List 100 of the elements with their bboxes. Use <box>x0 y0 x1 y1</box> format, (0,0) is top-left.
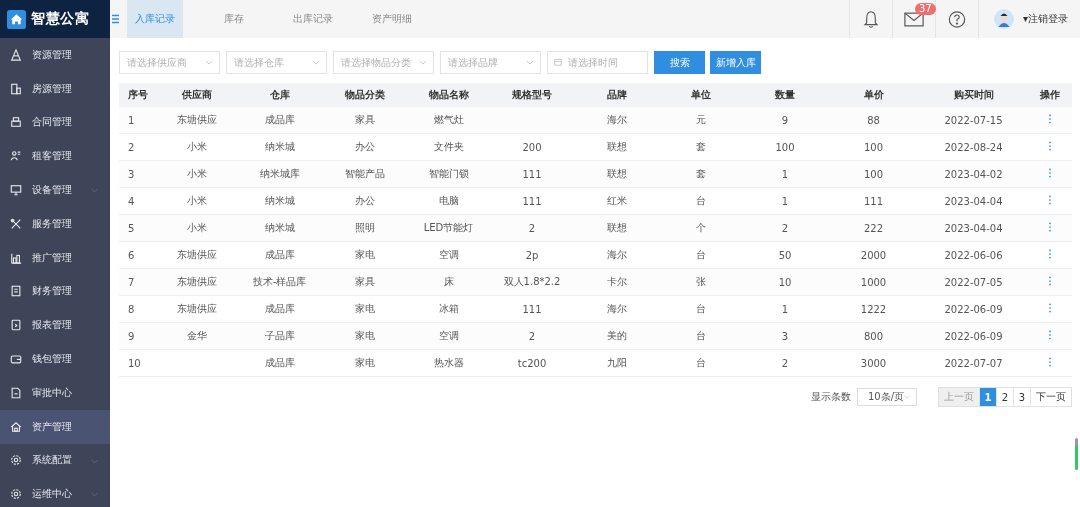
table-cell: 2022-06-06 <box>944 249 1003 261</box>
table-cell: 家电 <box>354 330 375 341</box>
table-cell: 套 <box>696 141 706 152</box>
chevron-icon <box>91 188 98 194</box>
bell-icon[interactable] <box>861 9 880 29</box>
people-icon <box>10 150 22 163</box>
table-cell: 电脑 <box>438 195 459 206</box>
table-cell: 九阳 <box>606 357 627 368</box>
table-cell: 10 <box>128 357 141 369</box>
table-cell: 1 <box>781 168 789 180</box>
avatar[interactable] <box>993 9 1014 29</box>
table-cell: 纳米城库 <box>259 168 300 179</box>
more-icon[interactable] <box>1047 330 1052 340</box>
more-icon[interactable] <box>1047 276 1052 286</box>
column-header: 单位 <box>659 83 743 107</box>
table-cell: 海尔 <box>606 249 627 260</box>
more-icon[interactable] <box>1047 222 1052 232</box>
scroll-indicator <box>1075 438 1078 470</box>
table-cell: 热水器 <box>433 357 464 368</box>
building-icon <box>10 82 22 95</box>
table-cell: 2023-04-02 <box>944 168 1003 180</box>
more-icon[interactable] <box>1047 114 1052 124</box>
file-icon <box>10 386 22 399</box>
house-logo-icon <box>7 9 26 29</box>
table-cell: 9 <box>781 114 789 126</box>
gear-icon <box>10 488 22 501</box>
page-size-select[interactable]: 10条/页 <box>857 388 917 406</box>
table-cell: 1 <box>781 303 789 315</box>
sidebar-item[interactable]: 资源管理 <box>0 38 110 72</box>
more-icon[interactable] <box>1047 249 1052 259</box>
table-cell: 文件夹 <box>433 141 464 152</box>
table-cell: 床 <box>443 276 454 287</box>
table-cell: 2 <box>128 141 135 153</box>
sidebar-item[interactable]: 报表管理 <box>0 308 110 343</box>
sidebar-item[interactable]: 房源管理 <box>0 71 110 106</box>
filter-field[interactable]: 请选择供应商 <box>119 51 220 74</box>
table-cell: 小米 <box>187 168 207 179</box>
table-cell: 冰箱 <box>438 303 459 314</box>
sidebar-item[interactable]: 财务管理 <box>0 274 110 309</box>
more-icon[interactable] <box>1047 141 1052 151</box>
chart-icon <box>10 251 22 264</box>
filter-field[interactable]: 请选择仓库 <box>226 51 327 74</box>
menu-icon[interactable] <box>112 13 119 25</box>
table-cell: 办公 <box>354 141 375 152</box>
sidebar-item[interactable]: 系统配置 <box>0 443 110 478</box>
sidebar-item[interactable]: 服务管理 <box>0 207 110 241</box>
sidebar-item[interactable]: 合同管理 <box>0 105 110 140</box>
table-cell: 3 <box>128 168 135 180</box>
table-cell: 智能门锁 <box>428 168 469 179</box>
table-cell: 美的 <box>606 330 627 341</box>
table-cell: 照明 <box>354 222 375 233</box>
tab[interactable]: 库存 <box>206 0 262 38</box>
table-cell: 东塘供应 <box>177 114 217 125</box>
column-header: 序号 <box>119 83 157 107</box>
table-cell: 2000 <box>860 249 887 261</box>
table-cell: 小米 <box>187 222 207 233</box>
sidebar-item[interactable]: 推广管理 <box>0 240 110 275</box>
table-cell: 1 <box>128 114 135 126</box>
sidebar-item[interactable]: 运维中心 <box>0 477 110 507</box>
table-cell: 88 <box>867 114 880 126</box>
wallet-icon <box>10 353 22 366</box>
table-cell: 111 <box>522 168 542 180</box>
tab[interactable]: 资产明细 <box>364 0 420 38</box>
help-icon[interactable] <box>947 9 966 29</box>
table-cell: tc200 <box>517 357 547 369</box>
filter-field[interactable]: 请选择时间 <box>547 51 648 74</box>
logout-link[interactable]: ▾注销登录 <box>1022 12 1068 26</box>
more-icon[interactable] <box>1047 303 1052 313</box>
sidebar-item[interactable]: 钱包管理 <box>0 342 110 376</box>
table-cell: 6 <box>128 249 135 261</box>
table-cell: 台 <box>696 303 706 314</box>
table-cell: 联想 <box>606 222 627 233</box>
table-cell: 燃气灶 <box>433 114 464 125</box>
table-cell: 东塘供应 <box>177 276 217 287</box>
filter-field[interactable]: 请选择品牌 <box>440 51 541 74</box>
table-cell: 海尔 <box>606 303 627 314</box>
table-cell: 空调 <box>438 330 459 341</box>
table-cell: 红米 <box>606 195 627 206</box>
table-cell: 东塘供应 <box>177 303 217 314</box>
more-icon[interactable] <box>1047 168 1052 178</box>
chevron-icon <box>419 60 427 65</box>
table-cell: 1222 <box>860 303 887 315</box>
table-cell: 台 <box>696 195 706 206</box>
table-cell: 联想 <box>606 168 627 179</box>
tab[interactable]: 出库记录 <box>285 0 341 38</box>
mail-icon[interactable] <box>903 11 924 27</box>
more-icon[interactable] <box>1047 357 1052 367</box>
sidebar-item[interactable]: 设备管理 <box>0 173 110 207</box>
table-cell: 8 <box>128 303 135 315</box>
table-cell: 100 <box>863 168 884 180</box>
sidebar-item[interactable]: 租客管理 <box>0 139 110 174</box>
home-icon <box>10 420 22 433</box>
filter-field[interactable]: 请选择物品分类 <box>333 51 434 74</box>
table-cell: 家电 <box>354 357 375 368</box>
monitor-icon <box>10 184 22 197</box>
sidebar-item[interactable]: 审批中心 <box>0 375 110 410</box>
sidebar-item[interactable]: 资产管理 <box>0 409 110 444</box>
more-icon[interactable] <box>1047 195 1052 205</box>
table-cell: 50 <box>778 249 792 261</box>
table-cell: 双人1.8*2.2 <box>503 276 561 287</box>
